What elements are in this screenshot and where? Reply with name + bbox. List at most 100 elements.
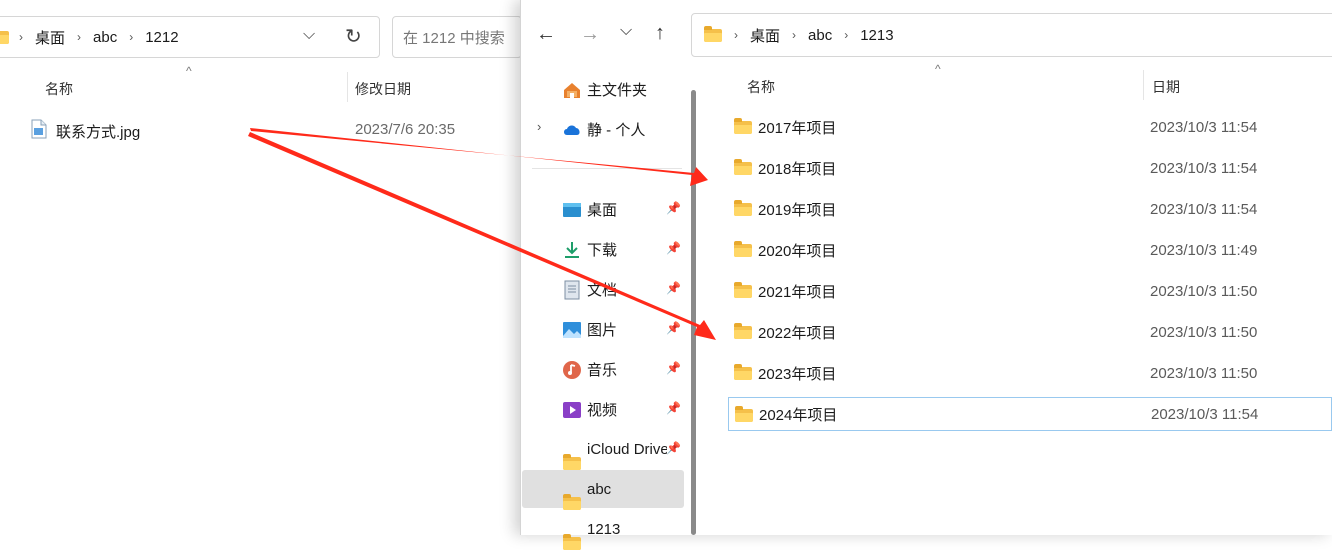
sidebar-item-label: 下载 [587,241,618,259]
file-date: 2023/7/6 20:35 [355,121,456,138]
sidebar-item-desktop[interactable]: 桌面 📌 [522,190,684,228]
pin-icon[interactable]: 📌 [666,321,681,335]
folder-icon [734,200,752,216]
chevron-right-icon[interactable]: › [537,119,541,134]
cloud-icon [564,125,580,135]
folder-row[interactable]: 2022年项目 2023/10/3 11:50 [728,315,1332,349]
sidebar-item-label: 静 - 个人 [587,121,646,139]
sidebar-item-home[interactable]: 主文件夹 [522,70,684,108]
folder-name: 2018年项目 [758,160,837,178]
folder-name: 2020年项目 [758,242,837,260]
sort-up-icon: ^ [186,64,192,78]
left-search-box[interactable]: 在 1212 中搜索 [392,16,522,58]
folder-date: 2023/10/3 11:50 [1150,282,1258,300]
folder-icon [734,364,752,380]
document-icon [564,280,580,300]
chevron-right-icon: › [734,28,738,42]
folder-name: 2023年项目 [758,365,837,383]
pin-icon[interactable]: 📌 [666,281,681,295]
pin-icon[interactable]: 📌 [666,361,681,375]
chevron-right-icon: › [844,28,849,42]
breadcrumb-current[interactable]: 1212 [145,29,178,46]
folder-date: 2023/10/3 11:54 [1150,159,1258,177]
sidebar-item-music[interactable]: 音乐 📌 [522,350,684,388]
folder-date: 2023/10/3 11:54 [1150,200,1258,218]
breadcrumb-abc[interactable]: abc [808,27,832,44]
folder-row[interactable]: 2021年项目 2023/10/3 11:50 [728,274,1332,308]
column-header-name[interactable]: 名称 [45,79,73,99]
sidebar-item-label: 主文件夹 [587,81,648,99]
breadcrumb-abc[interactable]: abc [93,29,117,46]
column-divider[interactable] [1143,70,1144,100]
sort-up-icon: ^ [935,62,941,76]
forward-arrow-icon[interactable]: → [580,23,600,46]
recent-chevron-icon[interactable]: ⌵ [620,22,632,40]
folder-icon [563,533,581,550]
chevron-down-icon[interactable]: ⌵ [303,26,315,44]
pin-icon[interactable]: 📌 [666,241,681,255]
breadcrumb-desktop[interactable]: 桌面 [35,27,65,48]
pin-icon[interactable]: 📌 [666,401,681,415]
folder-icon [734,282,752,298]
sidebar-item-label: 桌面 [587,201,618,219]
folder-name: 2024年项目 [759,406,838,424]
folder-name: 2017年项目 [758,119,837,137]
left-address-bar[interactable]: › 桌面 › abc › 1212 ⌵ ↻ [0,16,380,58]
sidebar-item-icloud[interactable]: iCloud Drive 📌 [522,430,684,470]
search-placeholder: 在 1212 中搜索 [403,29,505,47]
sidebar-item-label: 音乐 [587,361,618,379]
breadcrumb-current[interactable]: 1213 [860,27,893,44]
folder-icon [734,118,752,134]
sidebar-item-label: 图片 [587,321,618,339]
folder-icon [735,406,753,422]
home-icon [564,83,580,98]
sidebar-item-videos[interactable]: 视频 📌 [522,390,684,428]
sidebar-scrollbar[interactable] [691,90,696,535]
back-arrow-icon[interactable]: ← [536,23,556,46]
sidebar-item-1213[interactable]: 1213 [522,510,684,550]
folder-name: 2022年项目 [758,324,837,342]
pin-icon[interactable]: 📌 [666,201,681,215]
image-file-icon [31,119,47,139]
left-explorer-window: › 桌面 › abc › 1212 ⌵ ↻ 在 1212 中搜索 ^ 名称 修改… [0,0,522,535]
file-row[interactable]: 联系方式.jpg 2023/7/6 20:35 [28,116,508,144]
chevron-right-icon: › [792,28,797,42]
folder-row[interactable]: 2018年项目 2023/10/3 11:54 [728,151,1332,185]
sidebar-item-documents[interactable]: 文档 📌 [522,270,684,308]
pin-icon[interactable]: 📌 [666,441,681,455]
folder-icon [704,25,722,42]
folder-row-selected[interactable]: 2024年项目 2023/10/3 11:54 [728,397,1332,431]
folder-row[interactable]: 2023年项目 2023/10/3 11:50 [728,356,1332,390]
folder-name: 2021年项目 [758,283,837,301]
folder-icon [734,241,752,257]
folder-date: 2023/10/3 11:49 [1150,241,1258,259]
sidebar-item-abc[interactable]: abc [522,470,684,510]
chevron-right-icon: › [77,30,82,44]
folder-date: 2023/10/3 11:54 [1150,118,1258,136]
sidebar-item-downloads[interactable]: 下载 📌 [522,230,684,268]
sidebar-item-label: abc [587,480,612,498]
folder-row[interactable]: 2020年项目 2023/10/3 11:49 [728,233,1332,267]
sidebar-item-onedrive[interactable]: › 静 - 个人 [522,110,684,148]
right-address-bar[interactable]: › 桌面 › abc › 1213 [691,13,1332,57]
refresh-icon[interactable]: ↻ [345,24,362,49]
folder-row[interactable]: 2019年项目 2023/10/3 11:54 [728,192,1332,226]
music-icon [563,361,581,379]
column-divider[interactable] [347,72,348,102]
video-icon [563,402,581,418]
folder-date: 2023/10/3 11:50 [1150,323,1258,341]
breadcrumb-desktop[interactable]: 桌面 [750,25,780,46]
chevron-right-icon: › [19,30,23,44]
folder-icon [563,453,581,470]
folder-icon [563,493,581,510]
sidebar-item-pictures[interactable]: 图片 📌 [522,310,684,348]
up-arrow-icon[interactable]: ↑ [655,22,665,45]
column-header-date[interactable]: 日期 [1152,77,1180,97]
folder-name: 2019年项目 [758,201,837,219]
sidebar-divider [532,168,682,169]
sidebar-item-label: 视频 [587,401,618,419]
file-name: 联系方式.jpg [56,124,141,141]
column-header-name[interactable]: 名称 [747,77,775,97]
folder-row[interactable]: 2017年项目 2023/10/3 11:54 [728,110,1332,144]
column-header-modified[interactable]: 修改日期 [355,79,411,99]
